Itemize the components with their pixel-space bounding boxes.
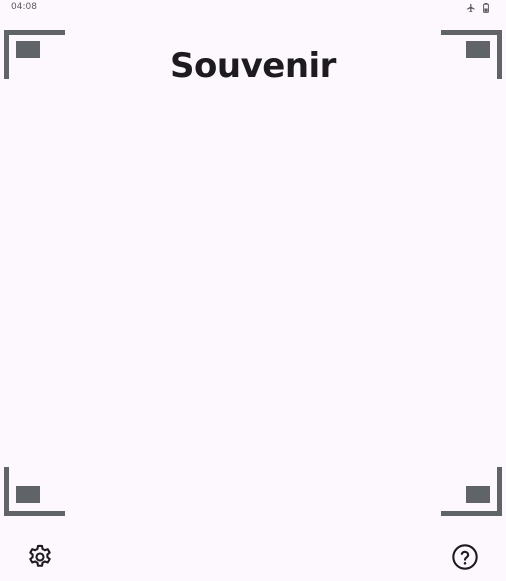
settings-gear-icon <box>26 543 54 575</box>
settings-button[interactable] <box>24 543 56 575</box>
viewfinder-corner-top-left <box>4 30 65 79</box>
status-icons <box>466 1 489 13</box>
viewfinder-corner-bottom-left <box>4 467 65 516</box>
battery-icon <box>483 0 489 17</box>
airplane-mode-icon <box>466 0 476 17</box>
help-button[interactable] <box>449 543 481 575</box>
help-circle-icon <box>451 543 479 575</box>
viewfinder-corner-bottom-right <box>441 467 502 516</box>
status-time: 04:08 <box>11 2 37 12</box>
page-title: Souvenir <box>170 46 336 86</box>
status-bar: 04:08 <box>0 0 506 14</box>
viewfinder-corner-top-right <box>441 30 502 79</box>
